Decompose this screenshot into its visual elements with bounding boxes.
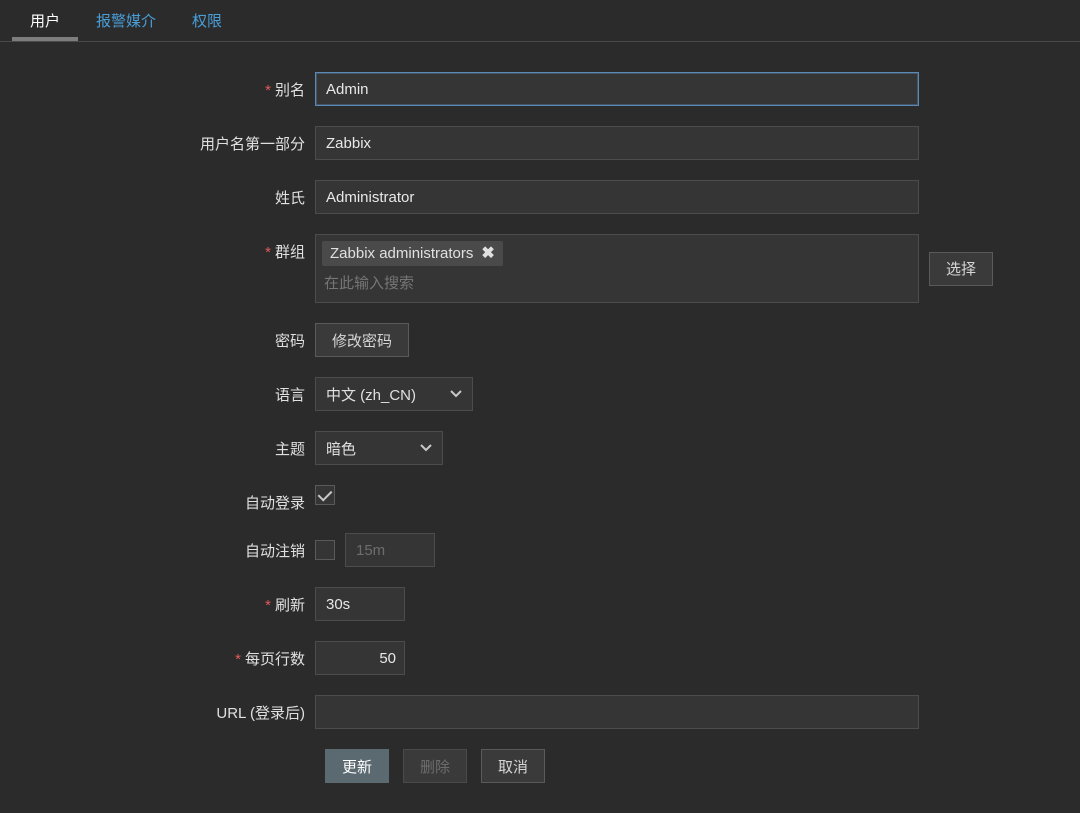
user-form: *别名 用户名第一部分 姓氏 *群组 Zabbix administrators… xyxy=(0,42,1080,813)
group-tag-label: Zabbix administrators xyxy=(330,245,473,262)
required-marker: * xyxy=(265,244,271,261)
label-theme: 主题 xyxy=(20,431,315,459)
select-groups-button[interactable]: 选择 xyxy=(929,252,993,286)
group-tag: Zabbix administrators ✖ xyxy=(322,241,503,266)
groups-multiselect[interactable]: Zabbix administrators ✖ xyxy=(315,234,919,303)
theme-select-value: 暗色 xyxy=(326,438,356,459)
label-alias: *别名 xyxy=(20,72,315,100)
label-autologin: 自动登录 xyxy=(20,485,315,513)
autologout-checkbox[interactable] xyxy=(315,540,335,560)
label-language: 语言 xyxy=(20,377,315,405)
required-marker: * xyxy=(265,82,271,99)
rows-per-page-input[interactable] xyxy=(315,641,405,675)
label-refresh: *刷新 xyxy=(20,587,315,615)
remove-tag-icon[interactable]: ✖ xyxy=(481,246,494,262)
chevron-down-icon xyxy=(420,444,432,452)
chevron-down-icon xyxy=(450,390,462,398)
theme-select[interactable]: 暗色 xyxy=(315,431,443,465)
autologin-checkbox[interactable] xyxy=(315,485,335,505)
action-buttons: 更新 删除 取消 xyxy=(325,749,1060,783)
tab-perm[interactable]: 权限 xyxy=(174,0,240,41)
label-autologout: 自动注销 xyxy=(20,533,315,561)
groups-search-input[interactable] xyxy=(322,270,912,296)
label-url: URL (登录后) xyxy=(20,695,315,723)
autologout-input xyxy=(345,533,435,567)
label-groups: *群组 xyxy=(20,234,315,262)
change-password-button[interactable]: 修改密码 xyxy=(315,323,409,357)
tab-media[interactable]: 报警媒介 xyxy=(78,0,174,41)
tab-user[interactable]: 用户 xyxy=(12,0,78,41)
label-surname: 姓氏 xyxy=(20,180,315,208)
label-rows: *每页行数 xyxy=(20,641,315,669)
url-after-login-input[interactable] xyxy=(315,695,919,729)
alias-input[interactable] xyxy=(315,72,919,106)
required-marker: * xyxy=(235,651,241,668)
firstname-input[interactable] xyxy=(315,126,919,160)
surname-input[interactable] xyxy=(315,180,919,214)
cancel-button[interactable]: 取消 xyxy=(481,749,545,783)
update-button[interactable]: 更新 xyxy=(325,749,389,783)
label-password: 密码 xyxy=(20,323,315,351)
delete-button: 删除 xyxy=(403,749,467,783)
language-select[interactable]: 中文 (zh_CN) xyxy=(315,377,473,411)
required-marker: * xyxy=(265,597,271,614)
language-select-value: 中文 (zh_CN) xyxy=(326,384,416,405)
label-firstname: 用户名第一部分 xyxy=(20,126,315,154)
refresh-input[interactable] xyxy=(315,587,405,621)
tab-bar: 用户 报警媒介 权限 xyxy=(0,0,1080,42)
